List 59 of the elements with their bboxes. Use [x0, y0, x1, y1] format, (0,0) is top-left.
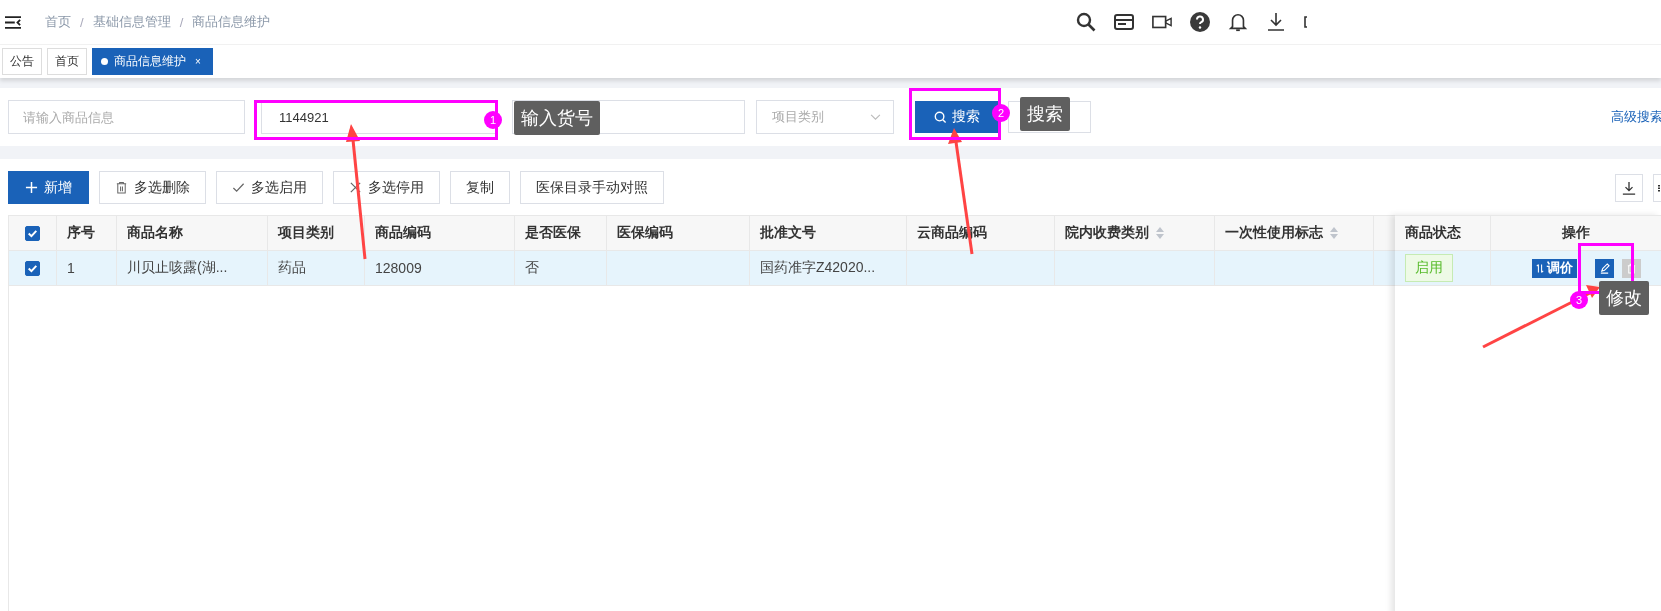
- search-icon: [933, 110, 947, 124]
- breadcrumb-separator: /: [80, 14, 84, 30]
- check-icon: [232, 181, 245, 194]
- card-icon[interactable]: [1114, 12, 1134, 32]
- column-settings-button[interactable]: [1653, 173, 1661, 202]
- chevron-down-icon: [870, 113, 881, 121]
- page-tab[interactable]: 公告: [2, 48, 42, 75]
- table-cell: 否: [525, 259, 539, 277]
- toolbar-button[interactable]: 多选删除: [99, 171, 206, 204]
- download-icon: [1622, 180, 1636, 195]
- page-tab[interactable]: 首页: [47, 48, 87, 75]
- column-header: 是否医保: [525, 224, 581, 242]
- download-icon[interactable]: [1266, 12, 1286, 32]
- bell-icon[interactable]: [1228, 12, 1248, 32]
- table-cell: 128009: [375, 260, 422, 276]
- breadcrumb-separator: /: [179, 14, 184, 30]
- toolbar-button[interactable]: 医保目录手动对照: [520, 171, 664, 204]
- table-cell: 药品: [278, 259, 306, 277]
- toolbar-button[interactable]: 多选停用: [333, 171, 440, 204]
- column-header: 操作: [1562, 224, 1590, 242]
- edit-button[interactable]: [1595, 258, 1614, 278]
- table-row-fixed-part[interactable]: 启用 调价: [1395, 251, 1661, 286]
- swap-arrows-icon: [1536, 262, 1544, 274]
- callout-label: 搜索: [1020, 97, 1070, 131]
- column-header: 批准文号: [760, 224, 816, 242]
- column-header: 一次性使用标志: [1225, 224, 1323, 242]
- status-tag: 启用: [1405, 254, 1453, 282]
- search-icon[interactable]: [1076, 12, 1096, 32]
- column-header: 院内收费类别: [1065, 224, 1149, 242]
- bracket-icon[interactable]: [1304, 16, 1308, 28]
- table-cell: 川贝止咳露(湖...: [127, 259, 228, 277]
- pencil-icon: [1599, 262, 1610, 274]
- product-info-field[interactable]: 请输入商品信息: [8, 100, 245, 134]
- column-header: 商品名称: [127, 224, 183, 242]
- trash-icon: [1626, 262, 1637, 274]
- page-tab[interactable]: 商品信息维护 ×: [92, 48, 213, 75]
- column-header: 医保编码: [617, 224, 673, 242]
- column-header: 项目类别: [278, 224, 334, 242]
- plus-icon: [25, 181, 38, 194]
- row-checkbox[interactable]: [25, 260, 40, 276]
- menu-icon[interactable]: [5, 15, 21, 29]
- callout-label: 修改: [1599, 281, 1649, 315]
- help-icon[interactable]: [1190, 12, 1210, 32]
- column-header: 商品状态: [1405, 224, 1461, 242]
- cross-icon: [349, 181, 362, 194]
- search-button[interactable]: 搜索: [915, 101, 998, 133]
- column-header: 序号: [67, 224, 95, 242]
- select-all-checkbox[interactable]: [25, 225, 40, 241]
- toolbar-button[interactable]: 新增: [8, 171, 89, 204]
- table-cell: 国药准字Z42020...: [760, 259, 876, 277]
- adjust-price-button[interactable]: 调价: [1532, 258, 1577, 278]
- toolbar-button[interactable]: 复制: [450, 171, 510, 204]
- table-row[interactable]: 1 川贝止咳露(湖... 药品 128009 否 国药准字Z42020...: [9, 251, 1395, 286]
- column-header: 商品编码: [375, 224, 431, 242]
- table-cell: 1: [67, 260, 75, 276]
- callout-label: 输入货号: [514, 101, 600, 135]
- trash-icon: [115, 181, 128, 194]
- export-button[interactable]: [1615, 173, 1643, 202]
- toolbar-button[interactable]: 多选启用: [216, 171, 323, 204]
